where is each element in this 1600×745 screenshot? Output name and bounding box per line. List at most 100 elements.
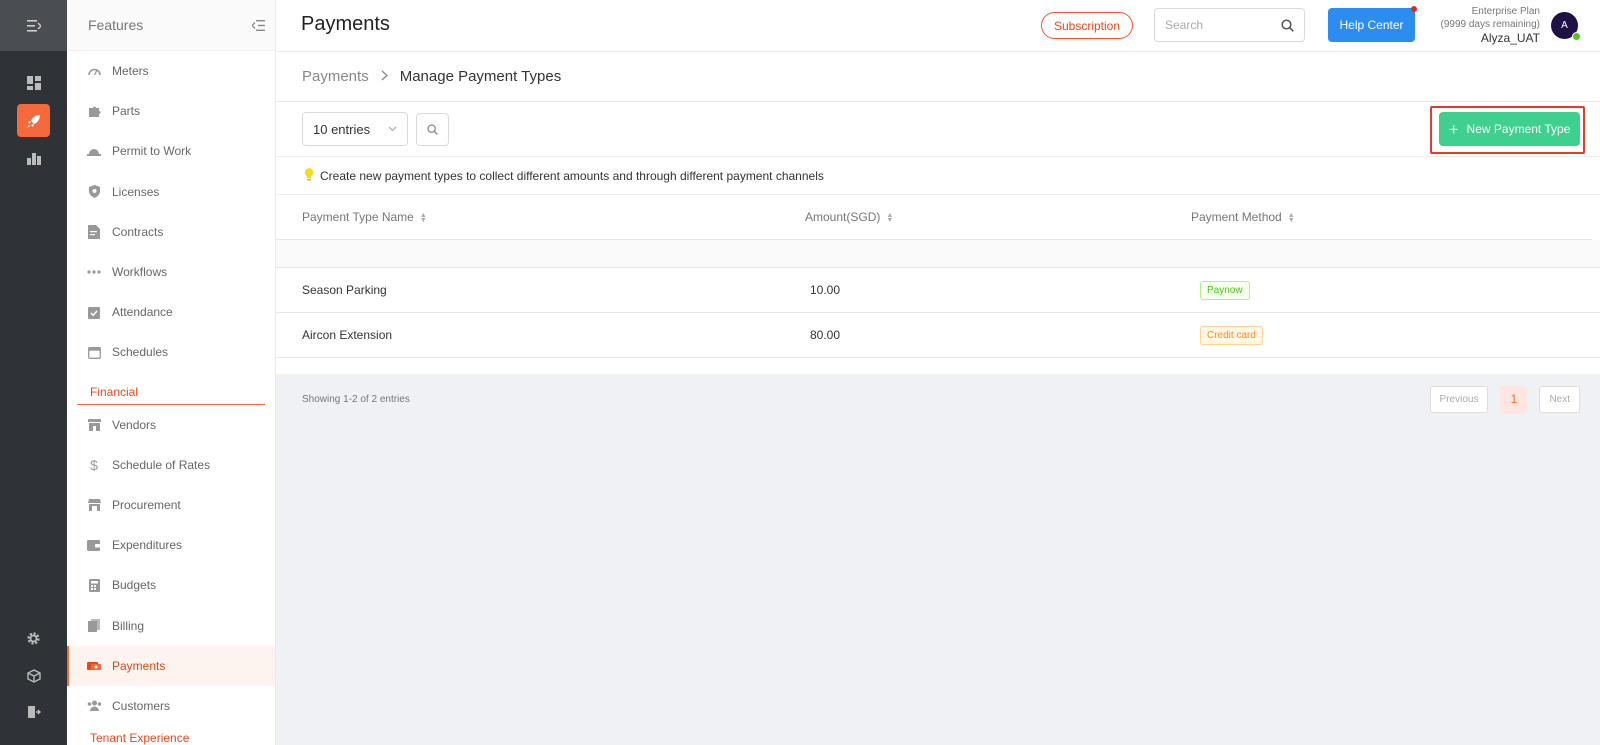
feature-label: Workflows <box>112 265 168 280</box>
feature-item-attendance[interactable]: Attendance <box>67 292 275 332</box>
previous-page-button[interactable]: Previous <box>1429 385 1489 413</box>
checklist-icon <box>86 304 102 320</box>
subscription-button[interactable]: Subscription <box>1041 12 1133 39</box>
feature-item-billing[interactable]: Billing <box>67 605 275 645</box>
next-page-button[interactable]: Next <box>1539 385 1580 413</box>
feature-label: Contracts <box>112 224 164 239</box>
section-tenant-experience: Tenant Experience <box>90 731 190 745</box>
feature-item-licenses[interactable]: Licenses <box>67 172 275 212</box>
analytics-icon <box>26 152 41 165</box>
feature-label: Schedules <box>112 345 169 360</box>
header-label: Payment Method <box>1191 210 1282 224</box>
feature-item-expenditures[interactable]: Expenditures <box>67 525 275 565</box>
feature-item-workflows[interactable]: Workflows <box>67 252 275 292</box>
feature-label: Permit to Work <box>112 144 192 159</box>
feature-label: Attendance <box>112 305 173 320</box>
header-payment-type-name[interactable]: Payment Type Name ▲ ▼ <box>276 210 805 224</box>
search-icon <box>427 123 438 135</box>
pagination: Previous 1 Next <box>1429 385 1580 413</box>
table-toolbar: 10 entries + New Payment Type <box>276 102 1600 157</box>
feature-label: Meters <box>112 64 149 79</box>
entries-select[interactable]: 10 entries <box>302 112 408 146</box>
chevron-down-icon <box>388 126 397 132</box>
features-sidebar: Features Meters Parts Permit to Work Lic… <box>67 0 276 745</box>
main-content: Payments Manage Payment Types 10 entries… <box>276 52 1600 745</box>
payments-icon <box>86 658 102 674</box>
help-center-button[interactable]: Help Center <box>1328 6 1417 42</box>
rail-modules[interactable] <box>17 659 50 692</box>
hardhat-icon <box>86 143 102 159</box>
feature-item-vendors[interactable]: Vendors <box>67 405 275 445</box>
puzzle-icon <box>86 103 102 119</box>
users-icon <box>86 698 102 714</box>
feature-label: Licenses <box>112 184 160 199</box>
feature-label: Billing <box>112 618 145 633</box>
chevron-right-icon <box>381 68 388 85</box>
feature-label: Customers <box>112 698 171 713</box>
rail-dashboard[interactable] <box>17 66 50 99</box>
header-payment-method[interactable]: Payment Method ▲ ▼ <box>1191 210 1592 224</box>
avatar[interactable]: A <box>1551 12 1581 41</box>
header-label: Amount(SGD) <box>805 210 881 224</box>
cell-amount: 10.00 <box>810 283 841 297</box>
store-icon <box>86 417 102 433</box>
feature-item-schedules[interactable]: Schedules <box>67 332 275 372</box>
user-name: Alyza_UAT <box>1480 31 1540 45</box>
feature-item-schedule-of-rates[interactable]: $ Schedule of Rates <box>67 445 275 485</box>
feature-item-procurement[interactable]: Procurement <box>67 485 275 525</box>
cell-method: Credit card <box>1191 325 1600 345</box>
table-header: Payment Type Name ▲ ▼ Amount(SGD) ▲ ▼ Paymen… <box>276 195 1592 240</box>
feature-item-contracts[interactable]: Contracts <box>67 212 275 252</box>
new-payment-type-button[interactable]: + New Payment Type <box>1439 112 1580 146</box>
cell-name: Season Parking <box>302 283 387 297</box>
rail-features[interactable] <box>17 104 50 137</box>
menu-collapse-icon <box>26 19 41 32</box>
new-payment-type-label: New Payment Type <box>1466 122 1571 136</box>
collapse-sidebar-icon[interactable] <box>252 19 265 31</box>
payment-types-panel: 10 entries + New Payment Type Create new… <box>276 102 1600 374</box>
feature-item-permit[interactable]: Permit to Work <box>67 131 275 171</box>
cell-name: Aircon Extension <box>302 328 393 342</box>
page-number-button[interactable]: 1 <box>1500 385 1528 413</box>
notification-dot <box>1411 6 1417 12</box>
logout-icon <box>27 705 41 718</box>
sort-icon: ▲ ▼ <box>886 211 894 224</box>
feature-item-payments[interactable]: Payments <box>67 645 275 686</box>
rail-settings[interactable] <box>17 622 50 655</box>
billing-icon <box>86 618 102 634</box>
lightbulb-icon <box>304 167 314 184</box>
feature-item-customers[interactable]: Customers <box>67 686 275 726</box>
table-search-button[interactable] <box>416 112 449 146</box>
cell-method: Paynow <box>1191 280 1600 300</box>
feature-item-parts[interactable]: Parts <box>67 91 275 131</box>
search-icon[interactable] <box>1281 18 1294 32</box>
feature-label: Schedule of Rates <box>112 457 211 472</box>
section-financial: Financial <box>77 373 265 405</box>
entries-value: 10 entries <box>313 121 371 137</box>
rail-analytics[interactable] <box>17 141 50 174</box>
menu-toggle[interactable] <box>0 0 67 51</box>
shop-icon <box>86 497 102 513</box>
features-list: Meters Parts Permit to Work Licenses Con… <box>67 51 275 745</box>
table-row[interactable]: Season Parking 10.00 Paynow <box>276 268 1600 313</box>
box-icon <box>26 668 41 683</box>
online-status-dot <box>1572 32 1581 41</box>
dashboard-icon <box>26 75 41 90</box>
page-title: Payments <box>301 13 390 35</box>
header-amount[interactable]: Amount(SGD) ▲ ▼ <box>805 210 1191 224</box>
payment-method-badge: Paynow <box>1200 280 1250 300</box>
gear-icon <box>27 632 40 645</box>
search-input[interactable] <box>1165 18 1275 32</box>
icon-rail <box>0 0 67 745</box>
table-row[interactable]: Aircon Extension 80.00 Credit card <box>276 313 1600 358</box>
feature-item-budgets[interactable]: Budgets <box>67 565 275 605</box>
breadcrumb-parent[interactable]: Payments <box>302 68 369 85</box>
calculator-icon <box>86 577 102 593</box>
feature-label: Parts <box>112 104 141 119</box>
plan-info: Enterprise Plan (9999 days remaining) Al… <box>1441 5 1541 45</box>
sort-icon: ▲ ▼ <box>419 211 427 224</box>
feature-item-meters[interactable]: Meters <box>67 51 275 91</box>
payment-method-badge: Credit card <box>1200 325 1263 345</box>
rail-logout[interactable] <box>17 695 50 728</box>
plan-days: (9999 days remaining) <box>1440 19 1541 30</box>
